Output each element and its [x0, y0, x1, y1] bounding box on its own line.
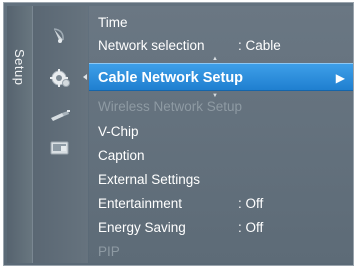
input-plug-icon[interactable]	[48, 107, 72, 125]
menu-item-label: Wireless Network Setup	[98, 99, 243, 114]
setup-menu-panel: Setup Time Network selection: Cable Wir…	[3, 2, 354, 266]
menu-item-cable-network-setup[interactable]: Cable Network Setup ▶	[89, 63, 353, 91]
menu-item-energy-saving[interactable]: Energy Saving : Off	[98, 217, 348, 239]
menu-item-caption[interactable]: Caption	[98, 145, 348, 167]
menu-item-label: Network selection	[98, 38, 205, 53]
menu-item-label: External Settings	[98, 172, 201, 187]
menu-item-value: : Cable	[238, 38, 281, 53]
selection-pointer-icon	[83, 74, 87, 80]
submenu-arrow-icon: ▶	[335, 71, 345, 85]
menu-item-label: Time	[98, 15, 128, 30]
menu-item-label: V-Chip	[98, 124, 139, 139]
sidebar-label: Setup	[12, 49, 27, 86]
gear-setup-icon[interactable]	[48, 68, 72, 87]
sidebar-tab: Setup	[7, 6, 33, 263]
menu-item-pip: PIP	[98, 241, 348, 263]
menu-item-label: Entertainment	[98, 196, 183, 211]
menu-item-external-settings[interactable]: External Settings	[98, 169, 348, 191]
menu-item-network-selection[interactable]: Network selection : Cable	[98, 35, 348, 57]
menu-item-label: Energy Saving	[98, 220, 186, 235]
menu-item-entertainment[interactable]: Entertainment : Off	[98, 193, 348, 215]
tv-setup-screen: Setup Time Network selection: Cable Wir…	[0, 0, 355, 268]
menu-list: Time Network selection : Cable Wireless …	[89, 6, 353, 263]
menu-item-v-chip[interactable]: V-Chip	[98, 121, 348, 143]
scroll-down-icon[interactable]: ▼	[212, 93, 218, 99]
menu-item-time[interactable]: Time	[98, 12, 348, 34]
icon-column	[33, 6, 88, 263]
menu-item-wireless-network-setup: Wireless Network Setup	[98, 96, 348, 118]
satellite-dish-icon[interactable]	[48, 27, 72, 45]
scroll-up-icon[interactable]: ▲	[212, 56, 218, 62]
menu-item-label: PIP	[98, 244, 120, 259]
menu-item-label: Caption	[98, 148, 145, 163]
menu-item-value: : Off	[238, 220, 264, 235]
application-icon[interactable]	[48, 139, 72, 157]
menu-item-label: Cable Network Setup	[98, 70, 244, 86]
menu-item-value: : Off	[238, 196, 264, 211]
